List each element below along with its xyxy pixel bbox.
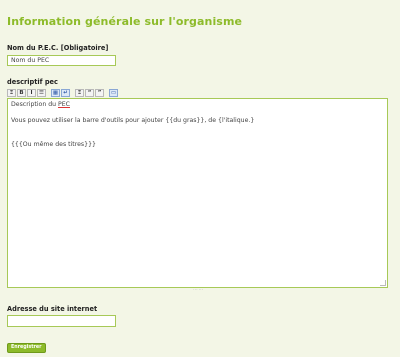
resize-grip-icon[interactable] — [380, 280, 386, 286]
list-icon[interactable]: ☰ — [37, 89, 46, 97]
bold-icon[interactable]: B — [17, 89, 26, 97]
table-icon[interactable]: ▦ — [51, 89, 60, 97]
page-title: Information générale sur l'organisme — [7, 15, 243, 28]
website-label: Adresse du site internet — [7, 305, 98, 313]
quote-open-icon[interactable]: “ — [85, 89, 94, 97]
link-icon[interactable]: ↵ — [61, 89, 70, 97]
drag-handle-icon[interactable]: ⋯⋯ — [193, 287, 204, 293]
quote-close-icon[interactable]: ” — [95, 89, 104, 97]
align-center-icon[interactable]: Ξ — [7, 89, 16, 97]
editor-toolbar: Ξ B I ☰ ▦ ↵ Ξ “ ” ▭ — [7, 88, 118, 98]
name-label: Nom du P.E.C. [Obligatoire] — [7, 44, 109, 52]
description-label: descriptif pec — [7, 78, 58, 86]
misspelled-word: PEC — [58, 101, 70, 108]
image-icon[interactable]: ▭ — [109, 89, 118, 97]
editor-line-2: Vous pouvez utiliser la barre d'outils p… — [11, 117, 255, 124]
description-editor[interactable]: Description du PEC Vous pouvez utiliser … — [7, 98, 388, 288]
heading-icon[interactable]: Ξ — [75, 89, 84, 97]
editor-line-3: {{{Ou même des titres}}} — [11, 141, 96, 148]
submit-button[interactable]: Enregistrer — [7, 343, 46, 353]
name-input[interactable]: Nom du PEC — [7, 55, 116, 66]
italic-icon[interactable]: I — [27, 89, 36, 97]
website-input[interactable] — [7, 315, 116, 327]
editor-line-1: Description du PEC — [11, 101, 70, 108]
